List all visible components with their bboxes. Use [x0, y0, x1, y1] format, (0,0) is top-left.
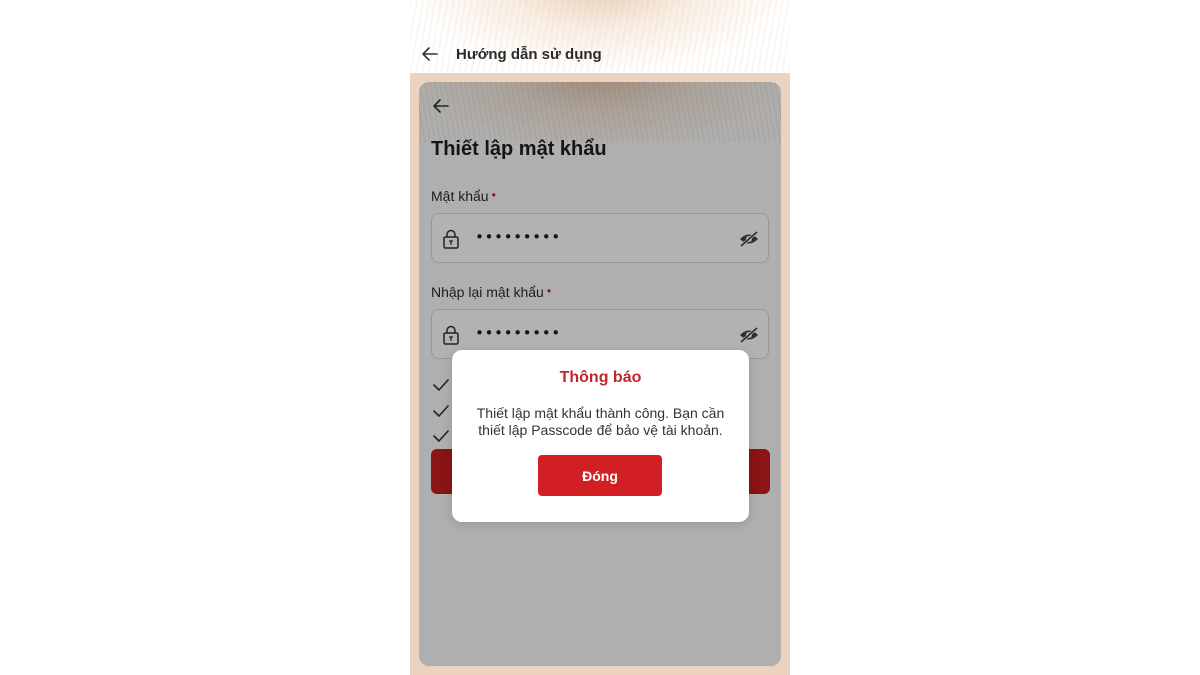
guide-screenshot-frame: Thiết lập mật khẩu Mật khẩu • ••••••••• … [410, 73, 790, 675]
guide-screenshot: Thiết lập mật khẩu Mật khẩu • ••••••••• … [419, 82, 781, 666]
outer-back-button[interactable] [410, 36, 450, 72]
arrow-left-icon [422, 47, 438, 61]
outer-header: Hướng dẫn sử dụng [410, 36, 790, 72]
notification-dialog: Thông báo Thiết lập mật khẩu thành công.… [452, 350, 749, 522]
dialog-title: Thông báo [559, 369, 642, 386]
close-button[interactable]: Đóng [538, 455, 662, 496]
dialog-message: Thiết lập mật khẩu thành công. Bạn cần t… [476, 405, 725, 438]
page-title: Hướng dẫn sử dụng [456, 45, 602, 63]
app-screen: Hướng dẫn sử dụng Thiết lập mật khẩu Mật… [410, 0, 790, 675]
